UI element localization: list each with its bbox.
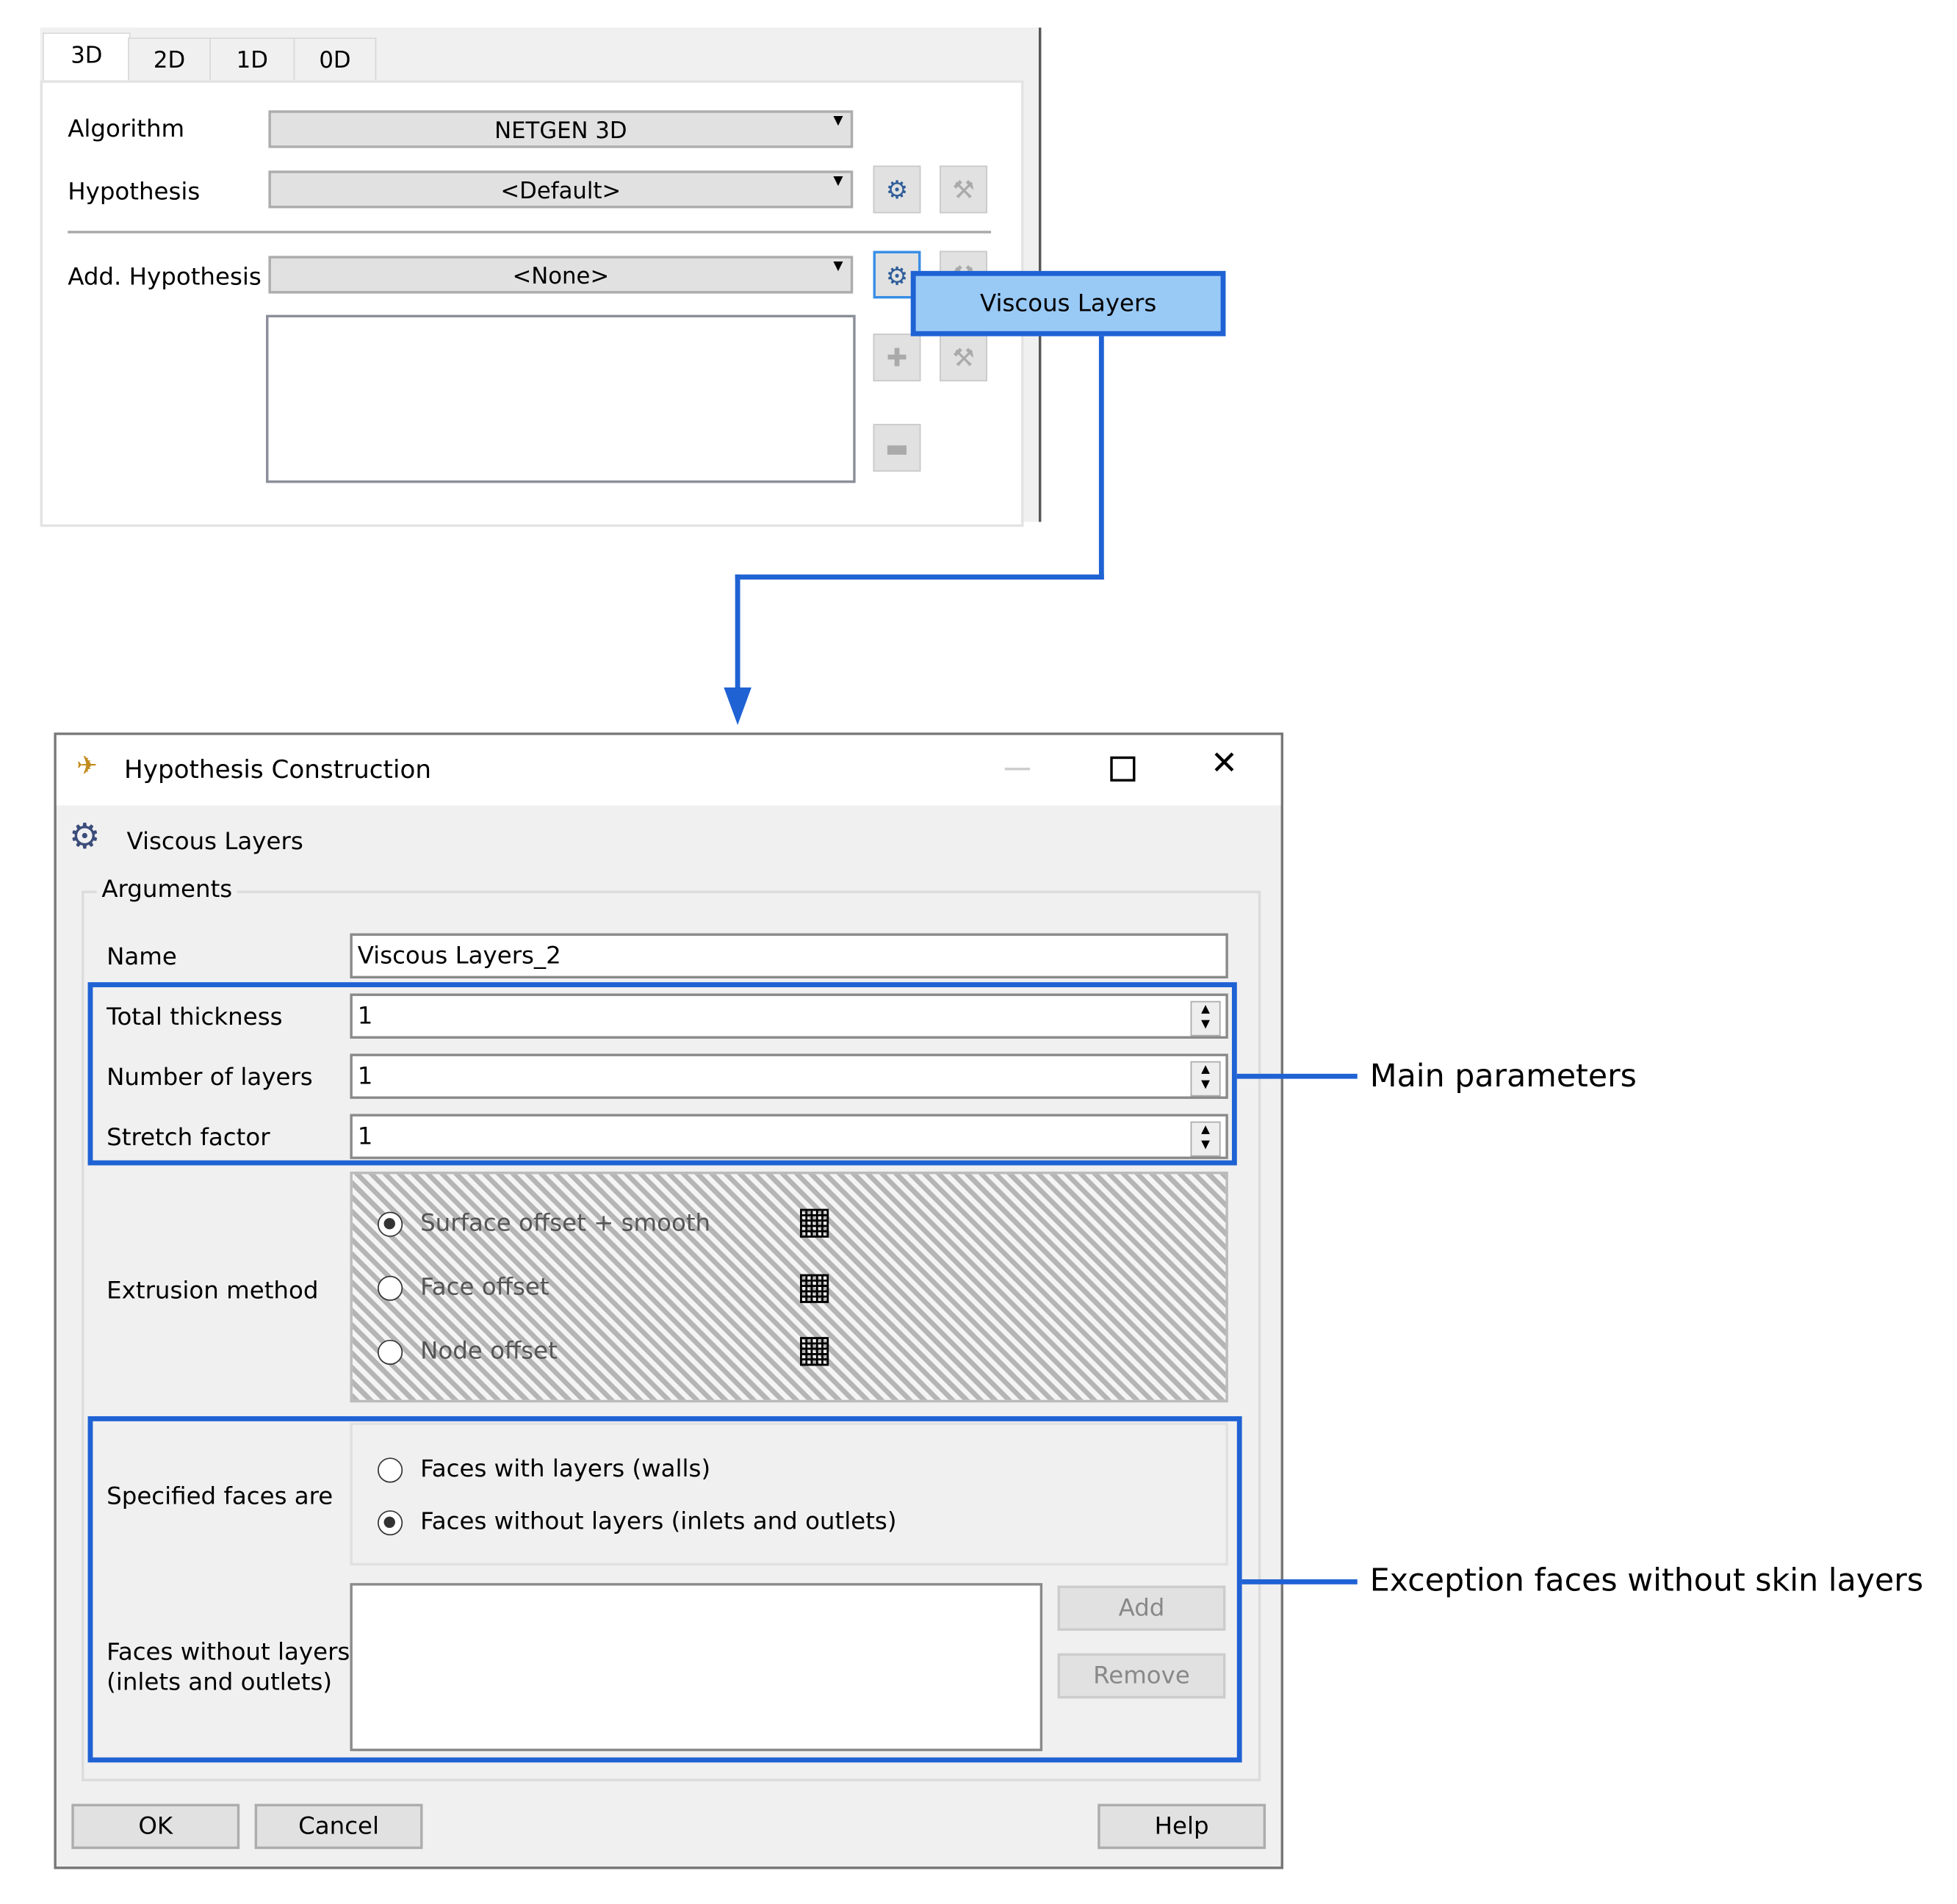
connector-line [735,574,740,696]
radio-surface-offset-smooth[interactable] [378,1211,403,1237]
gear-icon: ⚙ [885,261,909,292]
arguments-label: Arguments [96,875,238,904]
face-offset-label: Face offset [420,1273,549,1301]
add-button[interactable]: ✚ [873,333,921,382]
help-button[interactable]: Help [1098,1803,1266,1850]
main-parameters-highlight [87,982,1237,1166]
viscous-layers-icon: ⚙ [68,815,101,857]
name-label: Name [107,943,177,971]
tab-1d[interactable]: 1D [209,37,295,84]
tab-0d[interactable]: 0D [293,37,377,84]
title-bar: ✈ Hypothesis Construction ✕ [56,735,1281,806]
dialog-title: Hypothesis Construction [124,754,431,785]
annotation-line [1241,1579,1358,1584]
annotation-line [1236,1073,1358,1079]
algorithm-value: NETGEN 3D [494,118,627,145]
hypothesis-label: Hypothesis [68,178,201,206]
add-hypothesis-value: <None> [512,263,610,290]
create-hypothesis-button[interactable]: ⚙ [873,165,921,214]
minimize-button[interactable] [1004,768,1031,771]
exception-faces-annotation: Exception faces without skin layers [1369,1562,1924,1598]
radio-face-offset[interactable] [378,1275,403,1301]
edit-icon: ⚒ [952,174,975,205]
add-hypothesis-label: Add. Hypothesis [68,263,262,292]
arrow-head-icon [724,687,752,726]
extrusion-method-label: Extrusion method [107,1277,319,1305]
edit-button[interactable]: ⚒ [940,333,987,382]
tab-3d[interactable]: 3D [43,32,131,87]
add-hypothesis-list[interactable] [266,314,856,483]
tab-2d[interactable]: 2D [128,37,211,84]
menu-item-viscous-layers[interactable]: Viscous Layers [916,276,1221,331]
hypothesis-type: Viscous Layers [126,828,303,856]
exception-faces-highlight [87,1416,1242,1763]
chevron-down-icon: ▼ [833,259,843,274]
ok-button[interactable]: OK [71,1803,240,1850]
radio-node-offset[interactable] [378,1339,403,1365]
hypothesis-select[interactable]: <Default> ▼ [268,170,854,209]
main-parameters-annotation: Main parameters [1369,1057,1637,1095]
gear-icon: ⚙ [885,174,909,205]
cancel-button[interactable]: Cancel [254,1803,423,1850]
minus-icon: ▬ [884,433,909,464]
extrusion-method-group: Surface offset + smooth ▦ Face offset ▦ … [350,1171,1228,1403]
surface-offset-smooth-label: Surface offset + smooth [420,1209,711,1237]
edit-hypothesis-button[interactable]: ⚒ [940,165,987,214]
face-offset-diagram-icon: ▦ [796,1264,832,1309]
algorithm-select[interactable]: NETGEN 3D ▼ [268,110,854,148]
app-icon: ✈ [76,750,98,781]
connector-line [735,574,1104,580]
add-hypothesis-select[interactable]: <None> ▼ [268,256,854,294]
popup-menu: Viscous Layers [910,270,1226,336]
node-offset-label: Node offset [420,1337,558,1365]
divider [68,231,992,234]
algorithm-label: Algorithm [68,115,185,143]
maximize-button[interactable] [1110,756,1136,782]
plus-icon: ✚ [886,342,908,373]
connector-line [1098,336,1104,580]
chevron-down-icon: ▼ [833,174,843,189]
chevron-down-icon: ▼ [833,114,843,129]
surface-offset-diagram-icon: ▦ [796,1199,832,1244]
close-button[interactable]: ✕ [1211,745,1238,782]
node-offset-diagram-icon: ▦ [796,1327,832,1371]
hypothesis-value: <Default> [500,178,621,205]
name-input[interactable]: Viscous Layers_2 [350,933,1228,979]
remove-button[interactable]: ▬ [873,424,921,472]
edit-icon: ⚒ [952,342,975,373]
mesh-panel: 3D 2D 1D 0D Algorithm NETGEN 3D ▼ Hypothe… [40,27,1042,527]
